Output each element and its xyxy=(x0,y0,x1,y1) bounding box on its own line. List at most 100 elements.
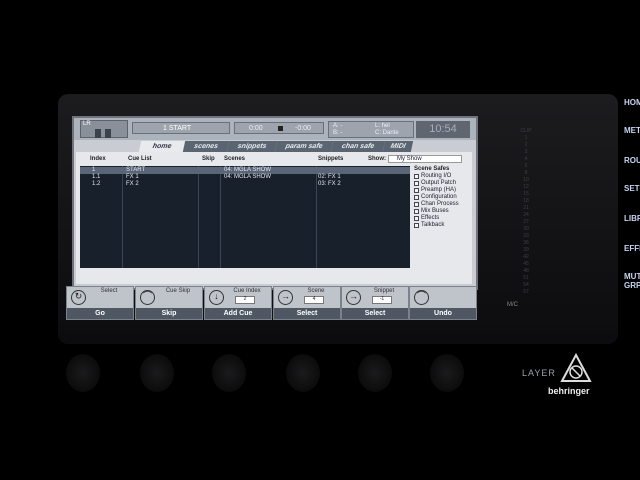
layer-label: LAYER xyxy=(522,368,556,378)
clock: 10:54 xyxy=(416,121,470,138)
softkey-undo[interactable]: ⌒ Undo xyxy=(409,286,477,320)
meter-scale-label: 24 xyxy=(523,212,529,218)
go-button[interactable]: Go xyxy=(67,308,133,319)
arc-icon: ⌒ xyxy=(140,290,155,305)
meter-scale-label: 33 xyxy=(523,233,529,239)
tab-midi[interactable]: MIDI xyxy=(382,141,414,152)
meter-scale-label: 1 xyxy=(524,135,528,141)
safe-effects[interactable]: Effects xyxy=(414,215,470,222)
right-arrow-icon: → xyxy=(346,290,361,305)
mc-label: M/C xyxy=(507,302,518,308)
ab-row-b: B: - xyxy=(333,130,343,136)
cue-index-value: 2 xyxy=(235,296,255,304)
time-elapsed: 0:00 xyxy=(249,125,263,132)
cell-scene: 04: MGLA SHOW xyxy=(224,174,272,180)
brand-name: behringer xyxy=(548,386,590,396)
cell-index: 1.2 xyxy=(92,181,101,187)
time-remaining: -0:00 xyxy=(295,125,311,132)
meter-scale-label: 10 xyxy=(523,177,529,183)
lr-label: LR xyxy=(83,121,91,127)
softkey-scene[interactable]: → Scene 4 Select xyxy=(273,286,341,320)
safe-output-patch[interactable]: Output Patch xyxy=(414,180,470,187)
table-row[interactable]: 1.1 FX 1 04: MGLA SHOW 02: FX 1 xyxy=(80,174,410,181)
meter-scale-label: 6 xyxy=(524,163,528,169)
meter-scale-label: 48 xyxy=(523,268,529,274)
library-key-label[interactable]: LIBRARY xyxy=(624,214,640,223)
cell-cue: FX 1 xyxy=(126,174,139,180)
table-row[interactable]: 1 START 04: MGLA SHOW xyxy=(80,167,410,174)
safe-routing-io[interactable]: Routing I/O xyxy=(414,173,470,180)
rotary-knob-3[interactable] xyxy=(212,354,246,392)
softkey-snippet[interactable]: → Snippet -1 Select xyxy=(341,286,409,320)
safe-mix-buses[interactable]: Mix Buses xyxy=(414,208,470,215)
meter-scale-label: 21 xyxy=(523,205,529,211)
ab-row-a: A: - xyxy=(333,123,343,129)
softkey-label: Cue Skip xyxy=(165,288,191,294)
scene-value: 4 xyxy=(304,296,324,304)
mute-grp-key-label[interactable]: MUTE GRP xyxy=(624,272,640,290)
softkey-label: Snippet xyxy=(373,288,395,294)
softkey-label: Cue Index xyxy=(233,288,261,294)
cell-snippet: 03: FX 2 xyxy=(318,181,341,187)
meter-scale-label: 12 xyxy=(523,184,529,190)
meter-scale-label: 42 xyxy=(523,254,529,260)
skip-button[interactable]: Skip xyxy=(136,308,202,319)
rotary-knob-6[interactable] xyxy=(430,354,464,392)
meter-scale-label: 39 xyxy=(523,247,529,253)
home-panel: Index Cue List Skip Scenes Snippets Show… xyxy=(76,152,472,284)
softkey-go[interactable]: ↻ Select Go xyxy=(66,286,134,320)
undo-icon: ⌒ xyxy=(414,290,429,305)
behringer-logo-icon xyxy=(560,352,592,382)
cell-index: 1 xyxy=(92,167,96,173)
meter-scale-label: 18 xyxy=(523,198,529,204)
cell-snippet: 02: FX 1 xyxy=(318,174,341,180)
meter-scale-label: 45 xyxy=(523,261,529,267)
add-cue-button[interactable]: Add Cue xyxy=(205,308,271,319)
setup-key-label[interactable]: SETUP xyxy=(624,184,640,193)
ab-row-a-right: L: hel xyxy=(375,123,390,129)
show-label: Show: xyxy=(368,156,386,162)
safe-talkback[interactable]: Talkback xyxy=(414,222,470,229)
routing-key-label[interactable]: ROUTING xyxy=(624,156,640,165)
meter-scale-label: 3 xyxy=(524,149,528,155)
meter-key-label[interactable]: METER xyxy=(624,126,640,135)
cell-scene: 04: MGLA SHOW xyxy=(224,167,272,173)
meter-scale-label: 57 xyxy=(523,289,529,295)
cue-table[interactable]: 1 START 04: MGLA SHOW 1.1 FX 1 04: MGLA … xyxy=(80,166,410,268)
safe-chan-process[interactable]: Chan Process xyxy=(414,201,470,208)
ab-status-box: A: - L: hel B: - C: Dante xyxy=(328,121,414,138)
tab-chan-safe[interactable]: chan safe xyxy=(330,141,386,152)
safe-configuration[interactable]: Configuration xyxy=(414,194,470,201)
rotate-icon: ↻ xyxy=(71,290,86,305)
softkey-skip[interactable]: ⌒ Cue Skip Skip xyxy=(135,286,203,320)
rotary-knob-1[interactable] xyxy=(66,354,100,392)
lr-meter-box: LR xyxy=(80,120,128,138)
checkbox-icon xyxy=(414,209,419,214)
tab-home[interactable]: home xyxy=(138,141,186,152)
meter-scale-label: 4 xyxy=(524,156,528,162)
meter-scale-label: 8 xyxy=(524,170,528,176)
safe-preamp[interactable]: Preamp (HA) xyxy=(414,187,470,194)
meter-scale-label: 51 xyxy=(523,275,529,281)
table-row[interactable]: 1.2 FX 2 03: FX 2 xyxy=(80,181,410,188)
select-snippet-button[interactable]: Select xyxy=(342,308,408,319)
col-index: Index xyxy=(90,156,106,162)
meter-scale-label: 54 xyxy=(523,282,529,288)
col-cue-list: Cue List xyxy=(128,156,152,162)
cell-cue: START xyxy=(126,167,146,173)
rotary-knob-5[interactable] xyxy=(358,354,392,392)
checkbox-icon xyxy=(414,174,419,179)
rotary-knob-2[interactable] xyxy=(140,354,174,392)
rotary-knob-4[interactable] xyxy=(286,354,320,392)
home-key-label[interactable]: HOME xyxy=(624,98,640,107)
effects-key-label[interactable]: EFFECTS xyxy=(624,244,640,253)
tab-param-safe[interactable]: param safe xyxy=(274,141,334,152)
select-scene-button[interactable]: Select xyxy=(274,308,340,319)
tab-snippets[interactable]: snippets xyxy=(226,141,278,152)
touch-screen: LR 1 START 0:00 -0:00 A: - L: hel B: - C… xyxy=(72,116,478,290)
undo-button[interactable]: Undo xyxy=(410,308,476,319)
col-skip: Skip xyxy=(202,156,215,162)
softkey-add-cue[interactable]: ↓ Cue Index 2 Add Cue xyxy=(204,286,272,320)
show-name-field[interactable]: My Show xyxy=(388,155,462,163)
tab-scenes[interactable]: scenes xyxy=(182,141,230,152)
